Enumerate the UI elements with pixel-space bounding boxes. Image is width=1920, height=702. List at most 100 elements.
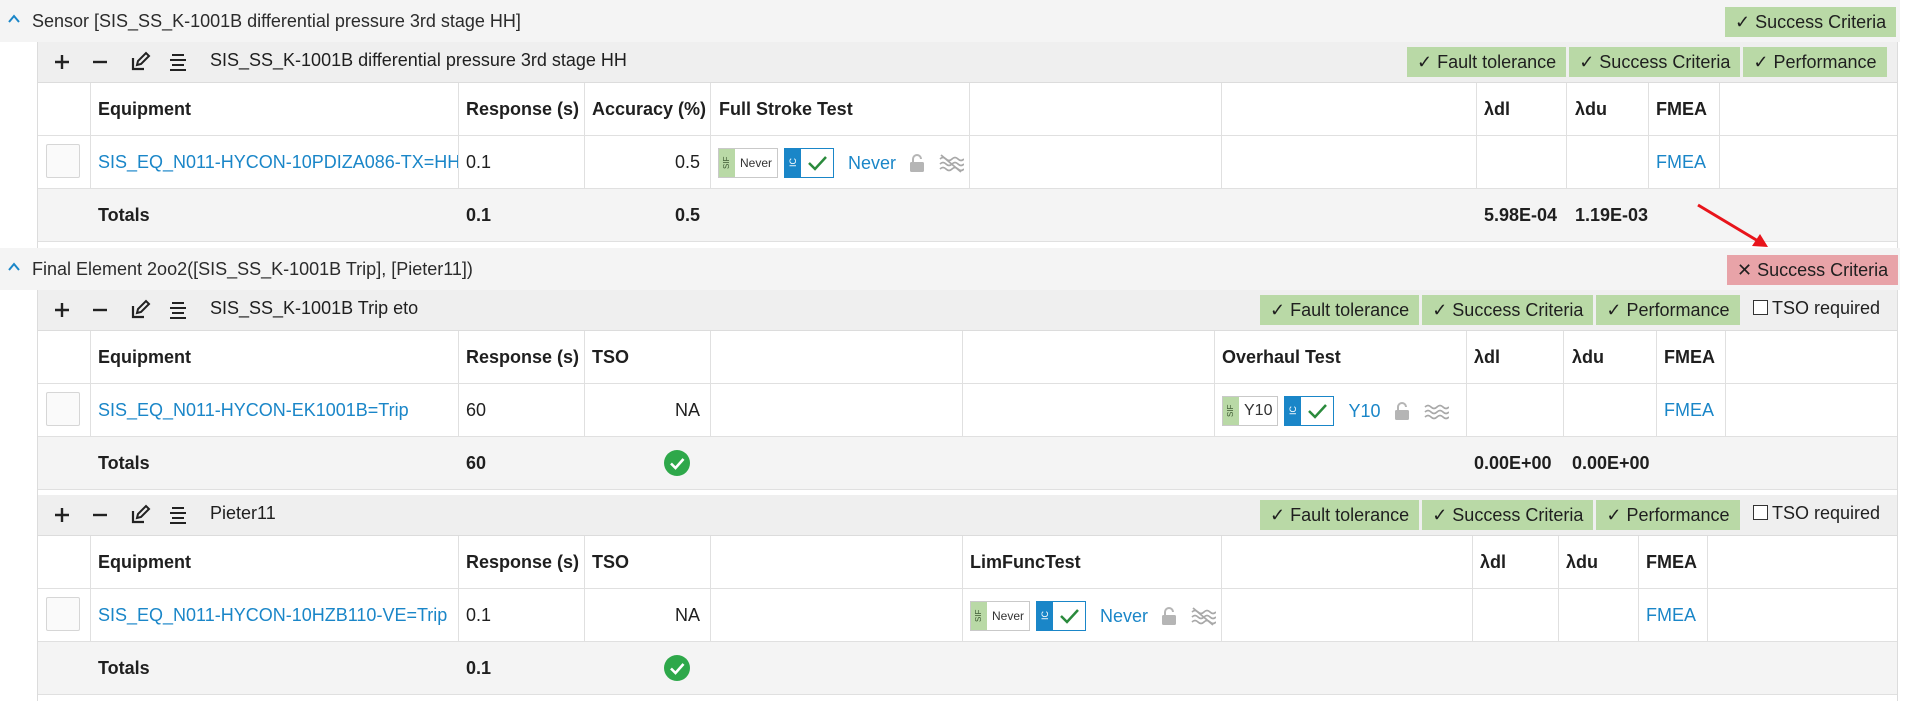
sif-box: SIF Y10 — [1222, 396, 1279, 426]
badge-label: Success Criteria — [1599, 52, 1731, 72]
col-equipment[interactable]: Equipment — [98, 536, 191, 588]
badge-label: Fault tolerance — [1290, 505, 1410, 525]
test-interval-link[interactable]: Never — [848, 153, 896, 174]
equipment-link[interactable]: SIS_EQ_N011-HYCON-EK1001B=Trip — [98, 384, 409, 436]
edit-icon[interactable] — [128, 50, 152, 74]
align-icon[interactable] — [166, 50, 190, 74]
fmea-link[interactable]: FMEA — [1646, 589, 1696, 641]
check-circle-icon — [664, 450, 690, 476]
badge-label: Fault tolerance — [1290, 300, 1410, 320]
minus-icon[interactable] — [88, 298, 112, 322]
edit-icon[interactable] — [128, 503, 152, 527]
align-icon[interactable] — [166, 298, 190, 322]
check-icon: ✓ — [1606, 300, 1622, 320]
limfunctest-widget[interactable]: SIF Never IC Never — [970, 601, 1217, 631]
badge-label: Success Criteria — [1757, 260, 1889, 280]
table-header-row: Equipment Response (s) TSO Overhaul Test… — [38, 331, 1897, 384]
waves-icon[interactable] — [1423, 401, 1449, 421]
table-row: SIS_EQ_N011-HYCON-EK1001B=Trip 60 NA SIF… — [38, 384, 1897, 437]
sif-value: Never — [740, 156, 773, 170]
align-icon[interactable] — [166, 503, 190, 527]
unlock-icon[interactable] — [1160, 606, 1178, 626]
waves-off-icon[interactable] — [938, 153, 965, 173]
ic-tag: IC — [1037, 602, 1054, 630]
overhaul-test-widget[interactable]: SIF Y10 IC Y10 — [1222, 396, 1449, 426]
unlock-icon[interactable] — [1393, 401, 1411, 421]
plus-icon[interactable] — [50, 503, 74, 527]
response-value: 60 — [466, 400, 487, 420]
col-response[interactable]: Response (s) — [466, 536, 579, 588]
test-interval-link[interactable]: Y10 — [1348, 401, 1380, 422]
final-group-trip-eto: SIS_SS_K-1001B Trip eto ✓ Fault toleranc… — [37, 290, 1898, 496]
col-accuracy[interactable]: Accuracy (%) — [592, 83, 706, 135]
final-element-section-title: Final Element 2oo2([SIS_SS_K-1001B Trip]… — [32, 259, 473, 279]
minus-icon[interactable] — [88, 503, 112, 527]
equipment-link[interactable]: SIS_EQ_N011-HYCON-10HZB110-VE=Trip — [98, 589, 447, 641]
plus-icon[interactable] — [50, 50, 74, 74]
waves-off-icon[interactable] — [1190, 606, 1217, 626]
sif-value: Never — [992, 609, 1025, 623]
totals-row: Totals 0.1 0.5 5.98E-04 1.19E-03 — [38, 189, 1897, 242]
tso-value: NA — [674, 605, 700, 625]
badge-label: Success Criteria — [1755, 12, 1887, 32]
col-fmea[interactable]: FMEA — [1656, 83, 1707, 135]
badge-label: Success Criteria — [1452, 300, 1584, 320]
row-select-checkbox[interactable] — [46, 144, 80, 178]
col-full-stroke-test[interactable]: Full Stroke Test — [719, 83, 853, 135]
col-fmea[interactable]: FMEA — [1646, 536, 1697, 588]
check-icon: ✓ — [1270, 300, 1286, 320]
col-tso[interactable]: TSO — [592, 536, 629, 588]
col-ldl[interactable]: λdl — [1480, 536, 1506, 588]
col-fmea[interactable]: FMEA — [1664, 331, 1715, 383]
group-title: Pieter11 — [210, 503, 276, 523]
col-limfunctest[interactable]: LimFuncTest — [970, 536, 1081, 588]
full-stroke-test-widget[interactable]: SIF Never IC Never — [718, 148, 965, 178]
col-ldu[interactable]: λdu — [1572, 331, 1604, 383]
col-overhaul-test[interactable]: Overhaul Test — [1222, 331, 1341, 383]
table-header-row: Equipment Response (s) Accuracy (%) Full… — [38, 83, 1897, 136]
fmea-link[interactable]: FMEA — [1664, 384, 1714, 436]
col-response[interactable]: Response (s) — [466, 83, 579, 135]
col-equipment[interactable]: Equipment — [98, 83, 191, 135]
final-success-criteria-badge: ✕ Success Criteria — [1727, 255, 1899, 285]
check-circle-icon — [664, 655, 690, 681]
sif-value: Y10 — [1244, 402, 1273, 419]
equipment-link[interactable]: SIS_EQ_N011-HYCON-10PDIZA086-TX=HH — [98, 136, 460, 188]
tso-required-checkbox[interactable]: TSO required — [1753, 503, 1880, 524]
col-ldu[interactable]: λdu — [1575, 83, 1607, 135]
check-icon: ✓ — [1735, 12, 1751, 32]
col-ldl[interactable]: λdl — [1474, 331, 1500, 383]
ic-box[interactable]: IC — [1284, 396, 1335, 426]
check-icon — [1060, 609, 1079, 624]
col-response[interactable]: Response (s) — [466, 331, 579, 383]
chevron-up-icon[interactable] — [8, 13, 20, 25]
ic-box[interactable]: IC — [784, 148, 835, 178]
badge-label: Performance — [1773, 52, 1877, 72]
chevron-up-icon[interactable] — [8, 261, 20, 273]
sif-tag: SIF — [1223, 397, 1239, 425]
row-select-checkbox[interactable] — [46, 392, 80, 426]
test-interval-link[interactable]: Never — [1100, 606, 1148, 627]
totals-ldu: 0.00E+00 — [1572, 453, 1650, 473]
success-criteria-badge: ✓ Success Criteria — [1569, 47, 1741, 77]
plus-icon[interactable] — [50, 298, 74, 322]
minus-icon[interactable] — [88, 50, 112, 74]
group-badges: ✓ Fault tolerance ✓ Success Criteria ✓ P… — [1260, 500, 1740, 530]
col-ldu[interactable]: λdu — [1566, 536, 1598, 588]
col-ldl[interactable]: λdl — [1484, 83, 1510, 135]
sensor-success-criteria-badge: ✓ Success Criteria — [1725, 7, 1897, 37]
col-equipment[interactable]: Equipment — [98, 331, 191, 383]
group-title: SIS_SS_K-1001B differential pressure 3rd… — [210, 50, 627, 70]
badge-label: Success Criteria — [1452, 505, 1584, 525]
ic-tag: IC — [785, 149, 802, 177]
tso-required-checkbox[interactable]: TSO required — [1753, 298, 1880, 319]
col-tso[interactable]: TSO — [592, 331, 629, 383]
unlock-icon[interactable] — [908, 153, 926, 173]
edit-icon[interactable] — [128, 298, 152, 322]
ic-box[interactable]: IC — [1036, 601, 1087, 631]
final-group-pieter11: Pieter11 ✓ Fault tolerance ✓ Success Cri… — [37, 495, 1898, 701]
group-badges: ✓ Fault tolerance ✓ Success Criteria ✓ P… — [1407, 47, 1887, 77]
row-select-checkbox[interactable] — [46, 597, 80, 631]
fmea-link[interactable]: FMEA — [1656, 136, 1706, 188]
group-toolbar: SIS_SS_K-1001B Trip eto ✓ Fault toleranc… — [38, 290, 1897, 331]
